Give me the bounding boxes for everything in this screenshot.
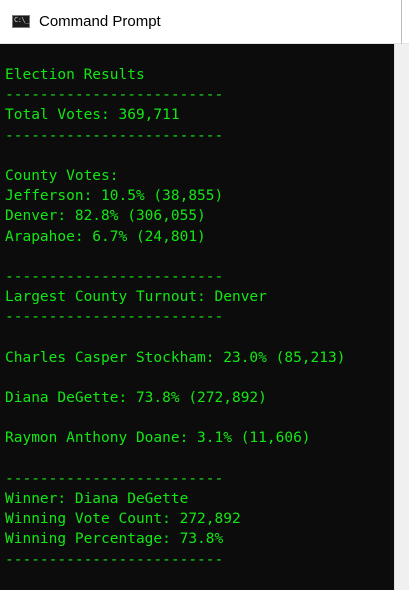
command-prompt-window: C:\_ Command Prompt Election Results ----…	[0, 0, 409, 590]
console-line: Winning Vote Count: 272,892	[5, 511, 241, 528]
console-line: Largest County Turnout: Denver	[5, 289, 267, 306]
console-app-icon: C:\_	[12, 15, 30, 28]
console-line: Total Votes: 369,711	[5, 107, 180, 124]
console-output[interactable]: Election Results ------------------------…	[0, 44, 394, 590]
vertical-scrollbar[interactable]	[394, 44, 409, 590]
console-text: Election Results ------------------------…	[0, 44, 394, 570]
console-line: Winner: Diana DeGette	[5, 490, 189, 507]
console-line: County Votes:	[5, 167, 119, 184]
console-line: Diana DeGette: 73.8% (272,892)	[5, 390, 267, 406]
console-line: -------------------------	[5, 127, 224, 144]
console-line: Arapahoe: 6.7% (24,801)	[5, 228, 206, 245]
console-line: -------------------------	[5, 268, 224, 285]
title-bar[interactable]: C:\_ Command Prompt	[0, 0, 409, 44]
console-line: -------------------------	[5, 87, 224, 104]
console-app-icon-glyph: C:\_	[14, 16, 29, 24]
window-edge-line	[401, 0, 402, 44]
console-line: Jefferson: 10.5% (38,855)	[5, 188, 224, 205]
console-line: Raymon Anthony Doane: 3.1% (11,606)	[5, 430, 311, 447]
console-line: -------------------------	[5, 309, 224, 326]
console-line: -------------------------	[5, 470, 224, 487]
window-edge	[395, 0, 409, 44]
window-title: Command Prompt	[39, 13, 161, 30]
console-line: Winning Percentage: 73.8%	[5, 531, 224, 548]
console-line: Denver: 82.8% (306,055)	[5, 208, 206, 225]
console-line: Charles Casper Stockham: 23.0% (85,213)	[5, 349, 346, 366]
console-line: Election Results	[5, 67, 145, 83]
console-line: -------------------------	[5, 551, 224, 568]
